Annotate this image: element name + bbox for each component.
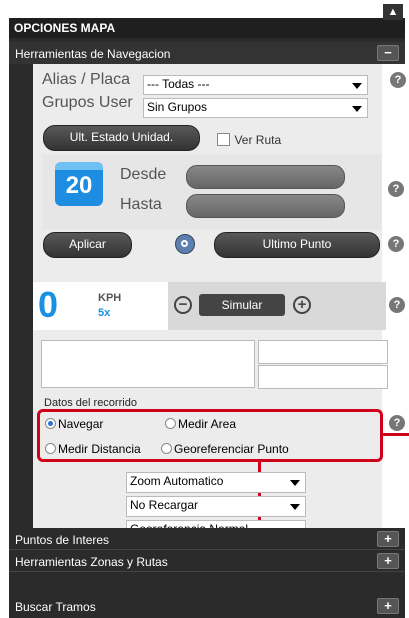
- alias-select-value: --- Todas ---: [147, 77, 210, 91]
- chevron-down-icon: [290, 504, 300, 510]
- speed-multiplier: 5x: [98, 307, 111, 319]
- alias-label: Alias / Placa: [42, 71, 131, 88]
- nav-section-header[interactable]: Herramientas de Navegacion −: [9, 42, 405, 64]
- help-icon[interactable]: ?: [388, 181, 404, 197]
- ver-ruta-toggle[interactable]: Ver Ruta: [217, 131, 281, 149]
- chevron-down-icon: [352, 83, 362, 89]
- ult-estado-button[interactable]: Ult. Estado Unidad.: [43, 125, 200, 151]
- help-icon[interactable]: ?: [388, 236, 404, 252]
- expand-plus-icon[interactable]: +: [377, 598, 399, 614]
- expand-plus-icon[interactable]: +: [377, 531, 399, 547]
- expand-plus-icon[interactable]: +: [377, 553, 399, 569]
- alias-select[interactable]: --- Todas ---: [143, 75, 368, 95]
- section-gap: [9, 572, 405, 594]
- desde-input[interactable]: [186, 165, 345, 189]
- help-icon[interactable]: ?: [389, 415, 405, 431]
- calendar-day: 20: [65, 172, 93, 199]
- recargar-select[interactable]: No Recargar: [126, 496, 306, 517]
- hasta-label: Hasta: [120, 196, 162, 213]
- zoom-select[interactable]: Zoom Automatico: [126, 472, 306, 493]
- info-box-left: [41, 340, 255, 388]
- simular-button[interactable]: Simular: [199, 294, 285, 316]
- section-zonas[interactable]: Herramientas Zonas y Rutas +: [9, 550, 405, 572]
- info-box-right-top: [258, 340, 388, 364]
- panel-title: OPCIONES MAPA: [14, 21, 116, 35]
- panel-title-bar: OPCIONES MAPA ▲: [9, 4, 405, 38]
- highlight-connector-right: [383, 433, 409, 436]
- help-icon[interactable]: ?: [390, 72, 406, 88]
- highlight-box: [37, 409, 383, 462]
- calendar-icon[interactable]: 20: [55, 162, 103, 206]
- zoom-search-icon[interactable]: [175, 234, 195, 254]
- nav-section-title: Herramientas de Navegacion: [15, 47, 171, 61]
- chevron-down-icon: [352, 106, 362, 112]
- section-tramos-title: Buscar Tramos: [15, 600, 96, 614]
- collapse-minus-icon[interactable]: −: [377, 45, 399, 61]
- chevron-down-icon: [290, 480, 300, 486]
- scroll-up-button[interactable]: ▲: [383, 4, 403, 20]
- grupos-select[interactable]: Sin Grupos: [143, 98, 368, 118]
- datos-label: Datos del recorrido: [44, 397, 137, 409]
- ver-ruta-checkbox[interactable]: [217, 133, 230, 147]
- speed-unit: KPH: [98, 292, 122, 304]
- aplicar-button[interactable]: Aplicar: [43, 232, 132, 258]
- section-puntos-title: Puntos de Interes: [15, 533, 110, 547]
- speed-value: 0: [38, 284, 59, 325]
- desde-label: Desde: [120, 166, 167, 183]
- zoom-select-value: Zoom Automatico: [130, 474, 224, 488]
- hasta-input[interactable]: [186, 194, 345, 218]
- recargar-select-value: No Recargar: [130, 498, 199, 512]
- ver-ruta-label: Ver Ruta: [234, 132, 282, 147]
- section-zonas-title: Herramientas Zonas y Rutas: [15, 555, 168, 569]
- grupos-label: Grupos User: [42, 94, 133, 111]
- grupos-select-value: Sin Grupos: [147, 100, 208, 114]
- info-box-right-bottom: [258, 365, 388, 389]
- plus-circle-icon[interactable]: +: [293, 296, 311, 314]
- minus-circle-icon[interactable]: −: [174, 296, 192, 314]
- help-icon[interactable]: ?: [389, 297, 405, 313]
- ultimo-punto-button[interactable]: Ultimo Punto: [214, 232, 380, 258]
- section-tramos[interactable]: Buscar Tramos +: [9, 594, 405, 618]
- section-puntos[interactable]: Puntos de Interes +: [9, 528, 405, 550]
